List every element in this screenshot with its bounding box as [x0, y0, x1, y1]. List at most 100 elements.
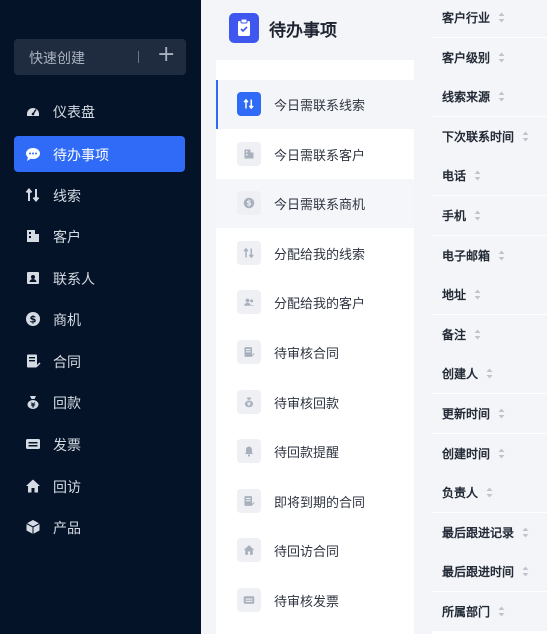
column-header[interactable]: 电子邮箱	[432, 235, 547, 276]
sort-icon[interactable]	[474, 170, 481, 181]
column-header-text: 下次联系时间	[442, 129, 515, 144]
sidebar-item-label: 联系人	[53, 272, 95, 288]
clipboard-icon	[229, 13, 259, 43]
svg-text:¥: ¥	[31, 402, 36, 410]
sidebar-item-3[interactable]: 客户	[14, 218, 185, 254]
column-header-text: 最后跟进记录	[442, 525, 515, 540]
column-header[interactable]: 地址	[432, 275, 547, 316]
bell-icon	[237, 439, 261, 464]
column-header-text: 客户行业	[442, 11, 491, 25]
column-header-text: 手机	[442, 209, 467, 223]
dollar-coin-icon: $	[237, 191, 261, 216]
dashboard-icon	[25, 103, 41, 119]
column-header-text: 负责人	[442, 486, 479, 501]
column-header-text: 所属部门	[442, 605, 491, 619]
invoice-icon	[237, 588, 261, 612]
chat-bubble-icon	[25, 146, 41, 162]
house-icon	[25, 478, 41, 494]
column-header[interactable]: 负责人	[432, 473, 547, 514]
sidebar-item-8[interactable]: 发票	[14, 426, 185, 462]
column-header[interactable]: 更新时间	[432, 394, 547, 434]
todo-item-1[interactable]: 今日需联系客户	[216, 130, 414, 179]
sidebar-item-5[interactable]: $ 商机	[14, 301, 185, 337]
quick-create-label: 快速创建	[29, 51, 85, 67]
divider	[138, 51, 139, 63]
sort-icon[interactable]	[522, 566, 529, 577]
column-header-text: 备注	[442, 327, 467, 342]
column-header-label: 最后跟进时间	[442, 563, 529, 580]
todo-item-3[interactable]: 分配给我的线索	[216, 229, 414, 278]
sort-icon[interactable]	[498, 408, 505, 419]
column-header[interactable]: 所属部门	[432, 592, 547, 632]
todo-item-5[interactable]: 待审核合同	[216, 328, 414, 377]
todo-item-label: 待审核回款	[274, 396, 340, 412]
sort-icon[interactable]	[474, 329, 481, 340]
sort-icon[interactable]	[498, 448, 505, 459]
todo-item-label: 待审核合同	[274, 347, 340, 362]
sort-icon[interactable]	[522, 527, 529, 538]
todo-item-6[interactable]: ¥ 待审核回款	[216, 378, 414, 427]
todo-item-4[interactable]: 分配给我的客户	[216, 278, 414, 327]
sort-icon[interactable]	[498, 52, 505, 63]
todo-item-8[interactable]: 即将到期的合同	[216, 477, 414, 526]
sort-icon[interactable]	[486, 487, 493, 498]
column-header[interactable]: 最后跟进时间	[432, 552, 547, 593]
svg-text:¥: ¥	[247, 402, 251, 408]
column-header[interactable]: 客户行业	[432, 0, 547, 38]
sort-icon[interactable]	[522, 131, 529, 142]
sort-icon[interactable]	[474, 210, 481, 221]
column-header-label: 客户级别	[442, 49, 505, 66]
sort-icon[interactable]	[498, 91, 505, 102]
people-icon	[237, 290, 261, 315]
todo-item-2[interactable]: $ 今日需联系商机	[216, 179, 414, 229]
column-header-text: 创建时间	[442, 446, 491, 461]
todo-item-label: 待审核发票	[274, 595, 340, 610]
sidebar-item-1[interactable]: 待办事项	[14, 136, 185, 172]
todo-item-9[interactable]: 待回访合同	[216, 526, 414, 575]
sidebar-item-2[interactable]: 线索	[14, 177, 185, 213]
sort-icon[interactable]	[474, 289, 481, 300]
sidebar-item-6[interactable]: 合同	[14, 343, 185, 379]
todo-item-0[interactable]: 今日需联系线索	[216, 80, 414, 129]
quick-create-button[interactable]: 快速创建 +	[14, 39, 186, 75]
sidebar-item-10[interactable]: 产品	[14, 509, 185, 545]
svg-text:$: $	[246, 199, 251, 208]
column-header-label: 负责人	[442, 484, 493, 501]
sort-icon[interactable]	[486, 368, 493, 379]
plus-icon[interactable]: +	[157, 42, 175, 68]
sort-icon[interactable]	[498, 12, 505, 23]
money-bag-icon: ¥	[25, 394, 41, 410]
sidebar-item-label: 待办事项	[53, 148, 109, 164]
column-header-text: 线索来源	[442, 90, 491, 105]
sidebar-item-4[interactable]: 联系人	[14, 260, 185, 296]
svg-text:$: $	[30, 315, 37, 326]
sort-icon[interactable]	[498, 250, 505, 261]
column-header-label: 地址	[442, 286, 481, 303]
column-header[interactable]: 备注	[432, 314, 547, 355]
todo-item-label: 今日需联系线索	[274, 99, 366, 114]
column-header[interactable]: 最后跟进记录	[432, 512, 547, 553]
sidebar-item-0[interactable]: 仪表盘	[14, 93, 185, 129]
todo-item-label: 分配给我的线索	[274, 247, 366, 263]
sidebar-item-9[interactable]: 回访	[14, 468, 185, 504]
column-header[interactable]: 线索来源	[432, 77, 547, 118]
column-header-label: 手机	[442, 207, 481, 224]
column-header[interactable]: 手机	[432, 196, 547, 236]
column-header-text: 更新时间	[442, 407, 491, 421]
todo-item-label: 今日需联系客户	[274, 148, 366, 164]
contact-card-icon	[25, 270, 41, 286]
column-header[interactable]: 客户级别	[432, 37, 547, 78]
todo-item-label: 待回访合同	[274, 545, 340, 561]
sidebar-item-label: 客户	[53, 230, 81, 246]
sort-icon[interactable]	[498, 606, 505, 617]
sidebar-item-label: 线索	[53, 189, 81, 205]
todo-item-10[interactable]: 待审核发票	[216, 576, 414, 625]
sidebar-item-label: 回款	[53, 396, 81, 412]
todo-item-7[interactable]: 待回款提醒	[216, 427, 414, 476]
sidebar-item-label: 商机	[53, 313, 81, 329]
column-header[interactable]: 创建时间	[432, 433, 547, 474]
column-header[interactable]: 创建人	[432, 354, 547, 395]
column-header[interactable]: 下次联系时间	[432, 116, 547, 157]
sidebar-item-7[interactable]: ¥ 回款	[14, 384, 185, 420]
column-header[interactable]: 电话	[432, 156, 547, 197]
